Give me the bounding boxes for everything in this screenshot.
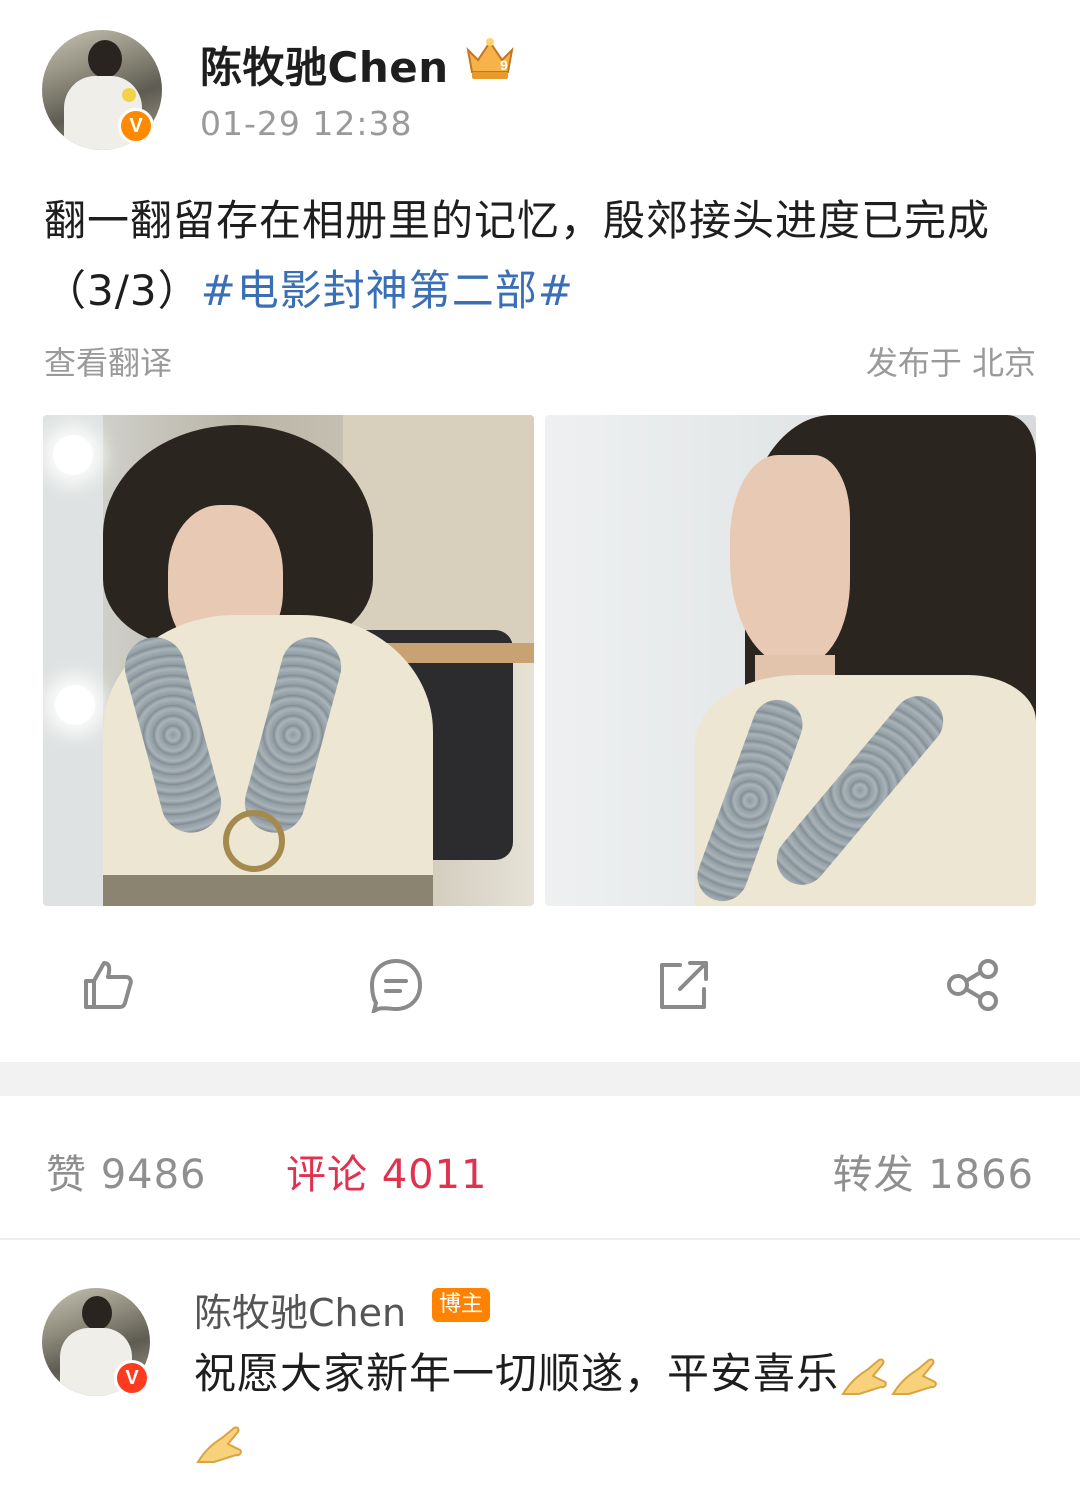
verified-badge-icon: V [118,108,154,144]
translate-link[interactable]: 查看翻译 [44,338,172,384]
post-location: 发布于 北京 [865,344,1036,382]
share-icon[interactable] [944,957,1000,1013]
svg-text:9: 9 [500,57,508,73]
stats-underline [0,1238,1080,1240]
folded-hands-icon [196,1426,242,1463]
host-badge: 博主 [432,1288,490,1322]
comment-text: 祝愿大家新年一切顺遂，平安喜乐 [194,1349,840,1398]
weibo-post: V 陈牧驰Chen 9 01-29 12:38 翻一翻留存在相册里的记忆，殷郊接… [0,0,1080,1062]
folded-hands-icon [891,1358,937,1395]
hashtag-link[interactable]: #电影封神第二部# [201,266,574,315]
section-divider [0,1062,1080,1096]
comment-body: 祝愿大家新年一切顺遂，平安喜乐 [194,1340,1054,1476]
likes-tab[interactable]: 赞 9486 [46,1142,207,1200]
folded-hands-icon [841,1358,887,1395]
post-body: 翻一翻留存在相册里的记忆，殷郊接头进度已完成（3/3）#电影封神第二部# [44,186,1034,326]
comment-verified-badge-icon: V [114,1360,150,1396]
crown-rank-icon: 9 [466,38,514,79]
post-timestamp: 01-29 12:38 [200,104,413,143]
post-photo-2[interactable] [545,415,1036,906]
comment-author-name[interactable]: 陈牧驰Chen [194,1282,406,1337]
reposts-tab[interactable]: 转发 1866 [832,1142,1034,1200]
author-name[interactable]: 陈牧驰Chen [200,34,449,95]
thumbs-up-icon[interactable] [80,957,136,1013]
repost-icon[interactable] [656,957,712,1013]
comments-tab[interactable]: 评论 4011 [286,1142,488,1200]
stats-bar: 赞 9486 评论 4011 转发 1866 [0,1096,1080,1238]
comment-icon[interactable] [368,957,424,1013]
post-photo-1[interactable] [43,415,534,906]
